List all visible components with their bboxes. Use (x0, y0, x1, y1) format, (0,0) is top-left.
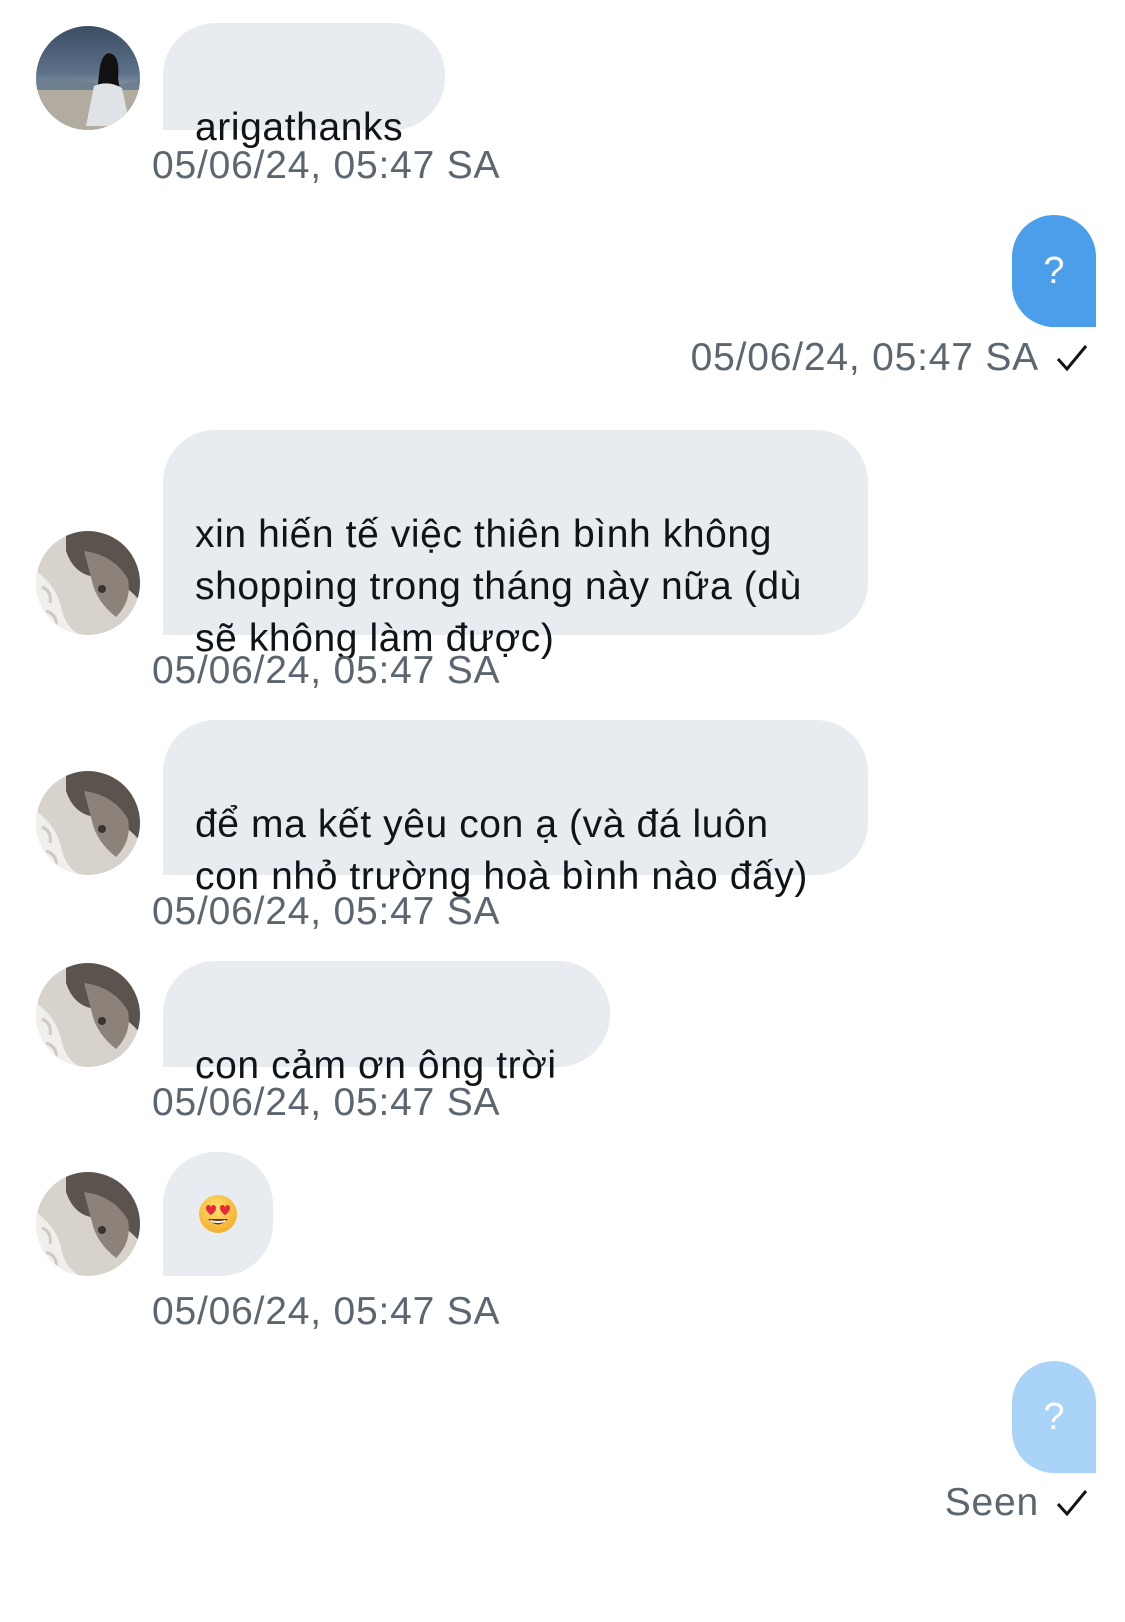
message-text: xin hiến tế việc thiên bình không shoppi… (195, 513, 802, 660)
avatar-profile-image (36, 531, 140, 635)
seen-status-label: Seen (944, 1481, 1039, 1524)
message-status-outgoing: Seen (945, 1481, 1089, 1525)
avatar-profile-image (36, 771, 140, 875)
sent-check-icon (1055, 343, 1089, 373)
message-bubble-incoming[interactable] (163, 1152, 273, 1276)
seen-check-icon (1055, 1488, 1089, 1518)
message-text: để ma kết yêu con ạ (và đá luôn con nhỏ … (195, 803, 808, 898)
avatar-beach[interactable] (36, 26, 140, 130)
message-timestamp: 05/06/24, 05:47 SA (152, 890, 501, 933)
message-bubble-incoming[interactable]: con cảm ơn ông trời (163, 961, 610, 1087)
message-text: ? (1043, 249, 1065, 292)
avatar-profile[interactable] (36, 963, 140, 1067)
message-timestamp: 05/06/24, 05:47 SA (152, 1081, 501, 1124)
message-bubble-incoming[interactable]: xin hiến tế việc thiên bình không shoppi… (163, 430, 868, 660)
message-bubble-incoming[interactable]: để ma kết yêu con ạ (và đá luôn con nhỏ … (163, 720, 868, 898)
message-timestamp: 05/06/24, 05:47 SA (152, 1290, 501, 1333)
message-bubble-incoming[interactable]: arigathanks (163, 23, 445, 149)
avatar-profile-image (36, 1172, 140, 1276)
message-timestamp-outgoing: 05/06/24, 05:47 SA (691, 336, 1089, 380)
avatar-beach-image (36, 26, 140, 130)
avatar-profile[interactable] (36, 1172, 140, 1276)
message-timestamp: 05/06/24, 05:47 SA (690, 336, 1039, 379)
avatar-profile-image (36, 963, 140, 1067)
message-text: ? (1043, 1395, 1065, 1438)
heart-eyes-emoji-icon (199, 1195, 237, 1233)
message-text: arigathanks (195, 106, 404, 149)
message-timestamp: 05/06/24, 05:47 SA (152, 649, 501, 692)
message-timestamp: 05/06/24, 05:47 SA (152, 144, 501, 187)
avatar-profile[interactable] (36, 531, 140, 635)
avatar-profile[interactable] (36, 771, 140, 875)
message-bubble-outgoing-pending[interactable]: ? (1012, 1361, 1096, 1473)
message-bubble-outgoing[interactable]: ? (1012, 215, 1096, 327)
